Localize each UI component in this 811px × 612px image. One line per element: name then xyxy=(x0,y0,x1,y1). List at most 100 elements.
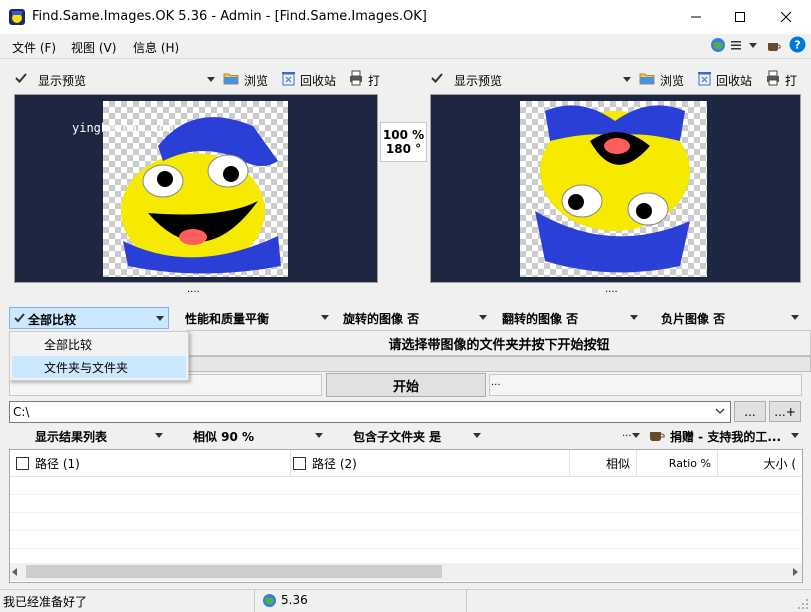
folder-icon[interactable] xyxy=(223,70,239,86)
menu-bar: 文件 (F) 视图 (V) 信息 (H) ? xyxy=(0,34,811,59)
print-icon[interactable] xyxy=(349,70,363,86)
add-path-button[interactable]: ...+ xyxy=(769,401,801,422)
negative-select[interactable]: 负片图像 否 xyxy=(661,307,801,327)
list-menu-icon[interactable] xyxy=(730,39,742,51)
minimize-icon xyxy=(691,16,701,18)
rotated-select[interactable]: 旋转的图像 否 xyxy=(343,307,491,327)
chevron-down-icon xyxy=(479,315,487,320)
minimize-button[interactable] xyxy=(673,0,719,34)
select-all-checkbox-2[interactable] xyxy=(293,456,306,470)
subfolders-value: 包含子文件夹 是 xyxy=(353,430,442,444)
menu-file[interactable]: 文件 (F) xyxy=(12,39,56,56)
view-mode-select[interactable]: 显示结果列表 xyxy=(35,426,163,446)
column-label-path-2: 路径 (2) xyxy=(312,456,357,471)
right-preview-label[interactable]: 显示预览 xyxy=(454,72,502,89)
compare-mode-value: 全部比较 xyxy=(28,313,77,327)
left-print-label[interactable]: 打 xyxy=(368,72,380,89)
right-image-preview[interactable] xyxy=(430,94,801,283)
more-options-dots: ... xyxy=(622,428,632,439)
chevron-down-icon xyxy=(321,315,329,320)
flipped-value: 翻转的图像 否 xyxy=(502,312,579,326)
right-splitter-handle[interactable]: .... xyxy=(605,284,618,295)
negative-value: 负片图像 否 xyxy=(661,312,726,326)
zoom-label: 100 % xyxy=(382,128,425,142)
recycle-bin-icon[interactable] xyxy=(281,70,296,86)
rotation-label: 180 ° xyxy=(385,142,422,156)
folder-icon[interactable] xyxy=(639,70,655,86)
menu-dropdown-icon[interactable] xyxy=(749,43,757,48)
column-header-size[interactable]: 大小 ( xyxy=(718,450,802,476)
column-header-similarity[interactable]: 相似 xyxy=(570,450,637,476)
status-message: 我已经准备好了 xyxy=(3,595,88,609)
chevron-down-icon[interactable] xyxy=(715,408,725,415)
menu-info[interactable]: 信息 (H) xyxy=(133,39,179,56)
compare-mode-select[interactable]: 全部比较 xyxy=(9,307,169,329)
close-icon xyxy=(780,11,792,23)
maximize-button[interactable] xyxy=(717,0,763,34)
select-all-checkbox-1[interactable] xyxy=(16,456,29,470)
check-icon xyxy=(15,73,27,83)
left-recycle-label[interactable]: 回收站 xyxy=(300,72,336,89)
right-print-label[interactable]: 打 xyxy=(785,72,797,89)
scroll-left-icon[interactable] xyxy=(12,568,17,576)
print-icon[interactable] xyxy=(766,70,780,86)
right-side-dots: ... xyxy=(491,377,501,388)
right-browse-label[interactable]: 浏览 xyxy=(660,72,684,89)
results-grid[interactable]: 路径 (1) 路径 (2) 相似 Ratio % 大小 ( xyxy=(9,449,803,583)
coffee-cup-icon[interactable] xyxy=(766,37,782,53)
dropdown-option[interactable]: 全部比较 xyxy=(12,333,186,355)
browse-path-button[interactable]: ... xyxy=(734,401,766,422)
scrollbar-thumb[interactable] xyxy=(26,565,442,578)
instruction-banner: 请选择带图像的文件夹并按下开始按钮 xyxy=(187,330,811,356)
subfolders-select[interactable]: 包含子文件夹 是 xyxy=(353,426,481,446)
dropdown-option-label: 全部比较 xyxy=(44,337,93,352)
recycle-bin-icon[interactable] xyxy=(697,70,712,86)
maximize-icon xyxy=(735,12,745,22)
performance-value: 性能和质量平衡 xyxy=(185,312,270,326)
donate-label: 捐赠 - 支持我的工... xyxy=(670,430,782,444)
column-header-path-1[interactable]: 路径 (1) xyxy=(16,450,291,476)
help-icon[interactable]: ? xyxy=(789,36,806,53)
left-splitter-handle[interactable]: .... xyxy=(187,284,200,295)
coffee-cup-icon xyxy=(650,432,665,441)
chevron-down-icon xyxy=(791,315,799,320)
path-combobox[interactable]: C:\ xyxy=(9,401,731,423)
performance-select[interactable]: 性能和质量平衡 xyxy=(185,307,333,327)
compare-info-box: 100 % 180 ° xyxy=(380,122,427,162)
column-header-ratio[interactable]: Ratio % xyxy=(637,450,718,476)
more-options-select[interactable]: ... xyxy=(622,426,642,446)
menu-view[interactable]: 视图 (V) xyxy=(71,39,116,56)
left-image-preview[interactable]: yinghezhan.com xyxy=(14,94,378,283)
globe-icon[interactable] xyxy=(710,37,726,53)
flipped-select[interactable]: 翻转的图像 否 xyxy=(502,307,640,327)
left-preview-dropdown-icon[interactable] xyxy=(207,77,215,82)
chevron-down-icon xyxy=(473,433,481,438)
column-header-path-2[interactable]: 路径 (2) xyxy=(293,450,570,476)
similarity-value: 相似 90 % xyxy=(193,430,255,444)
chevron-down-icon xyxy=(632,433,640,438)
left-preview-label[interactable]: 显示预览 xyxy=(38,72,86,89)
right-preview-dropdown-icon[interactable] xyxy=(623,77,631,82)
start-button[interactable]: 开始 xyxy=(326,373,486,397)
svg-text:?: ? xyxy=(794,39,800,52)
right-preview-check[interactable] xyxy=(431,72,443,87)
donate-select[interactable]: 捐赠 - 支持我的工... xyxy=(670,426,802,446)
chevron-down-icon xyxy=(630,315,638,320)
app-icon xyxy=(9,9,25,25)
close-button[interactable] xyxy=(763,0,809,34)
scroll-right-icon[interactable] xyxy=(793,568,798,576)
status-version: 5.36 xyxy=(281,593,308,607)
dropdown-option-highlighted[interactable]: 文件夹与文件夹 xyxy=(12,356,186,378)
browse-path-label: ... xyxy=(744,404,756,419)
chevron-down-icon xyxy=(315,433,323,438)
horizontal-scrollbar[interactable] xyxy=(10,563,802,581)
left-preview-check[interactable] xyxy=(15,72,27,87)
right-recycle-label[interactable]: 回收站 xyxy=(716,72,752,89)
column-label-size: 大小 ( xyxy=(763,456,797,471)
left-browse-label[interactable]: 浏览 xyxy=(244,72,268,89)
check-icon xyxy=(14,313,25,323)
similarity-select[interactable]: 相似 90 % xyxy=(193,426,323,446)
chevron-down-icon xyxy=(791,433,799,438)
window-title: Find.Same.Images.OK 5.36 - Admin - [Find… xyxy=(32,9,427,24)
resize-grip-icon[interactable] xyxy=(797,598,809,610)
